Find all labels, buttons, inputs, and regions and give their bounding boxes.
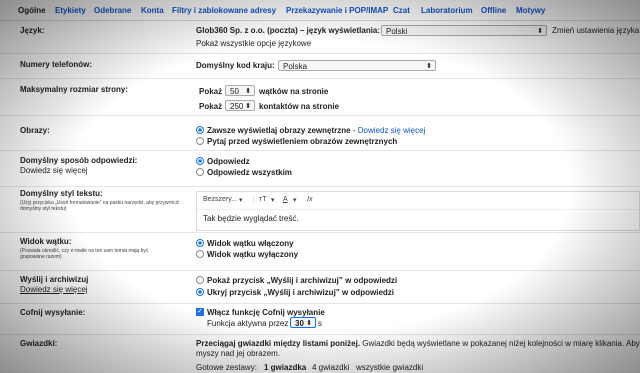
phone-text: Domyślny kod kraju: — [196, 61, 275, 70]
show-contacts-text: Pokaż — [199, 102, 223, 111]
thread-view-on-radio[interactable] — [196, 239, 204, 247]
stars-presets-label: Gotowe zestawy: — [196, 363, 257, 372]
undo-send-checkbox[interactable]: ✓ — [196, 308, 204, 316]
stars-label: Gwiazdki: — [20, 339, 58, 348]
send-archive-row: Wyślij i archiwizuj Dowiedz się więcej P… — [0, 271, 640, 304]
page-size-row: Maksymalny rozmiar strony: Pokaż 50 ⬍ wąt… — [0, 79, 640, 116]
color-dropdown-icon: ▾ — [293, 197, 297, 204]
reply-radio[interactable] — [196, 157, 204, 165]
tab-forwarding[interactable]: Przekazywanie i POP/IMAP — [286, 6, 388, 15]
toolbar-divider: | — [253, 196, 255, 203]
undo-send-row: Cofnij wysyłanie: ✓ Włącz funkcję Cofnij… — [0, 304, 640, 335]
stars-row: Gwiazdki: Przeciągaj gwiazdki między lis… — [0, 335, 640, 373]
tab-filters[interactable]: Filtry i zablokowane adresy — [172, 6, 276, 15]
thread-view-label: Widok wątku: — [20, 237, 72, 246]
tab-inbox[interactable]: Odebrane — [94, 6, 131, 15]
images-always-option: Zawsze wyświetlaj obrazy zewnętrzne - Do… — [207, 126, 425, 135]
send-archive-show-radio[interactable] — [196, 276, 204, 284]
stars-description-line2: myszy nad jej obrazem. — [196, 349, 281, 358]
tab-offline[interactable]: Offline — [481, 6, 506, 15]
tab-chat[interactable]: Czat — [393, 6, 410, 15]
language-row: Język: Glob360 Sp. z o.o. (poczta) – jęz… — [0, 21, 640, 54]
size-dropdown-icon: ▾ — [271, 197, 275, 204]
contacts-per-page-value: 250 — [230, 102, 244, 111]
tab-labels[interactable]: Etykiety — [55, 6, 86, 15]
images-ask-label: Pytaj przed wyświetleniem obrazów zewnęt… — [207, 137, 398, 146]
page-size-label: Maksymalny rozmiar strony: — [20, 85, 129, 94]
reply-learn-more-link[interactable]: Dowiedz się więcej — [20, 166, 88, 175]
all-language-options-link[interactable]: Pokaż wszystkie opcje językowe — [196, 39, 311, 48]
contacts-suffix: kontaktów na stronie — [259, 102, 340, 111]
country-code-value: Polska — [283, 62, 308, 71]
text-style-description: (Użyj przycisku „Usuń formatowanie” na p… — [20, 200, 180, 212]
formatting-toolbar: Bezszery... ▾ | тT ▾ A ▾ Ix — [197, 192, 639, 210]
select-arrow-icon: ⬍ — [537, 28, 543, 35]
country-code-select[interactable]: Polska ⬍ — [278, 60, 436, 71]
settings-tabs: Ogólne Etykiety Odebrane Konta Filtry i … — [0, 0, 640, 21]
reply-label: Domyślny sposób odpowiedzi: — [20, 156, 138, 165]
select-arrow-icon: ⬍ — [245, 103, 251, 110]
send-archive-label: Wyślij i archiwizuj — [20, 275, 89, 284]
text-style-editor: Bezszery... ▾ | тT ▾ A ▾ Ix Tak będzie w… — [196, 191, 640, 231]
send-archive-hide-radio[interactable] — [196, 288, 204, 296]
send-archive-show-label: Pokaż przycisk „Wyślij i archiwizuj” w o… — [207, 276, 398, 285]
stars-description: Przeciągaj gwiazdki między listami poniż… — [196, 339, 640, 348]
language-text: Glob360 Sp. z o.o. (poczta) – język wyśw… — [196, 26, 381, 35]
font-family-select[interactable]: Bezszery... — [203, 196, 237, 203]
select-arrow-icon: ⬍ — [426, 63, 432, 70]
tab-themes[interactable]: Motywy — [516, 6, 545, 15]
images-label: Obrazy: — [20, 126, 50, 135]
font-dropdown-icon: ▾ — [239, 197, 243, 204]
reply-label-option: Odpowiedz — [207, 157, 250, 166]
preset-all-stars[interactable]: wszystkie gwiazdki — [356, 363, 423, 372]
threads-per-page-value: 50 — [230, 87, 239, 96]
language-select[interactable]: Polski ⬍ — [381, 25, 547, 36]
phone-label: Numery telefonów: — [20, 60, 93, 69]
stars-description-bold: Przeciągaj gwiazdki między listami poniż… — [196, 339, 361, 348]
reply-all-radio[interactable] — [196, 168, 204, 176]
phone-row: Numery telefonów: Domyślny kod kraju: Po… — [0, 54, 640, 79]
thread-view-on-label: Widok wątku włączony — [207, 239, 294, 248]
undo-send-seconds-value: 30 — [295, 319, 304, 328]
change-language-link[interactable]: Zmień ustawienia języka — [552, 26, 639, 35]
images-always-label: Zawsze wyświetlaj obrazy zewnętrzne — [207, 126, 351, 135]
images-learn-more-link[interactable]: Dowiedz się więcej — [358, 126, 426, 135]
tab-general[interactable]: Ogólne — [18, 6, 46, 15]
select-arrow-icon: ⬍ — [306, 320, 312, 327]
tab-labs[interactable]: Laboratorium — [421, 6, 473, 15]
reply-all-label: Odpowiedz wszystkim — [207, 168, 292, 177]
size-icon[interactable]: тT — [259, 196, 266, 203]
preset-1-star[interactable]: 1 gwiazdka — [264, 363, 306, 372]
undo-send-period-text: Funkcja aktywna przez — [207, 319, 289, 328]
undo-send-checkbox-label: Włącz funkcję Cofnij wysyłanie — [207, 308, 325, 317]
images-ask-radio[interactable] — [196, 137, 204, 145]
undo-send-unit: s — [318, 319, 322, 328]
language-value: Polski — [386, 27, 408, 36]
tab-accounts[interactable]: Konta — [141, 6, 164, 15]
thread-view-off-radio[interactable] — [196, 250, 204, 258]
clear-formatting-icon[interactable]: Ix — [307, 196, 312, 203]
show-threads-text: Pokaż — [199, 87, 223, 96]
contacts-per-page-select[interactable]: 250 ⬍ — [225, 100, 255, 111]
language-label: Język: — [20, 26, 45, 35]
stars-description-rest: Gwiazdki będą wyświetlane w pokazanej ni… — [362, 339, 640, 348]
undo-send-seconds-select[interactable]: 30 ⬍ — [290, 317, 316, 328]
reply-row: Domyślny sposób odpowiedzi: Dowiedz się … — [0, 151, 640, 187]
thread-view-description: (Pozwala określić, czy e-maile na ten sa… — [20, 248, 149, 260]
text-style-label: Domyślny styl tekstu: — [20, 189, 103, 198]
text-style-preview: Tak będzie wyglądać treść. — [203, 214, 299, 223]
thread-view-row: Widok wątku: (Pozwala określić, czy e-ma… — [0, 233, 640, 271]
select-arrow-icon: ⬍ — [245, 88, 251, 95]
images-separator: - — [350, 126, 358, 135]
images-always-radio[interactable] — [196, 126, 204, 134]
thread-view-off-label: Widok wątku wyłączony — [207, 250, 299, 259]
threads-suffix: wątków na stronie — [259, 87, 329, 96]
preset-4-stars[interactable]: 4 gwiazdki — [312, 363, 349, 372]
send-archive-hide-label: Ukryj przycisk „Wyślij i archiwizuj” w o… — [207, 288, 395, 297]
threads-per-page-select[interactable]: 50 ⬍ — [225, 85, 255, 96]
undo-send-label: Cofnij wysyłanie: — [20, 308, 86, 317]
images-row: Obrazy: Zawsze wyświetlaj obrazy zewnętr… — [0, 116, 640, 151]
send-archive-learn-more-link[interactable]: Dowiedz się więcej — [20, 285, 88, 294]
text-color-icon[interactable]: A — [283, 196, 288, 203]
